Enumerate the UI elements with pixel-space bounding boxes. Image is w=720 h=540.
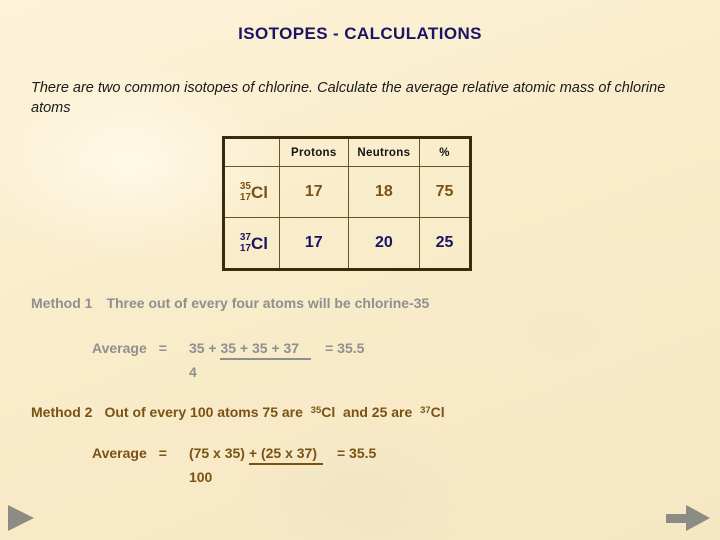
slide-canvas: ISOTOPES - CALCULATIONS There are two co… [0, 0, 720, 540]
method2-denominator: 100 [188, 469, 213, 485]
arrow-head [686, 505, 710, 531]
mass-number: 37 [239, 232, 251, 243]
nuclide-cell-cl37: 37 17 Cl [223, 217, 280, 270]
nuclide-cell-cl35: 35 17 Cl [223, 166, 280, 218]
method2-superscript-37: 37 [420, 405, 431, 416]
method1-denominator: 4 [188, 364, 197, 380]
method1-fraction: 35 + 35 + 35 + 37 4 [188, 340, 312, 380]
method2-symbol-cl-second: Cl [430, 404, 445, 420]
table-header-row: Protons Neutrons % [223, 137, 471, 167]
method1-numerator-lead: 35 + [188, 340, 217, 356]
percent-value-cl37: 25 [419, 217, 471, 270]
method1-equation: Average = 35 + 35 + 35 + 37 4 = 35.5 [92, 340, 364, 380]
method2-statement-part2: and 25 are [343, 404, 413, 420]
method1-average-label: Average [92, 340, 147, 356]
method1-numerator: 35 + 35 + 35 + 37 [188, 340, 312, 360]
atomic-number: 17 [239, 243, 251, 254]
method2-numerator-rest: + (25 x 37) [248, 445, 323, 465]
method1-label: Method 1 [31, 295, 93, 311]
isotope-data-table: Protons Neutrons % 35 17 Cl 17 18 75 37 … [222, 136, 472, 271]
nuclide-notation: 35 17 Cl [236, 181, 268, 203]
nuclide-notation: 37 17 Cl [236, 232, 268, 254]
method1-equals-sign: = [158, 340, 167, 356]
nuclide-numbers: 37 17 [236, 232, 251, 254]
triangle-right-icon[interactable] [8, 505, 34, 531]
method1-heading: Method 1 Three out of every four atoms wi… [31, 295, 429, 311]
atomic-number: 17 [239, 192, 251, 203]
neutrons-value-cl37: 20 [347, 217, 421, 270]
element-symbol: Cl [250, 233, 268, 253]
method2-statement-part1: Out of every 100 atoms 75 are [104, 404, 303, 420]
method2-label: Method 2 [31, 404, 93, 420]
header-corner-cell [223, 137, 280, 167]
header-percent: % [419, 137, 471, 167]
arrow-right-icon[interactable] [666, 505, 710, 531]
method2-equals-sign: = [158, 445, 167, 461]
method2-numerator-lead: (75 x 35) [188, 445, 245, 461]
method2-superscript-35: 35 [310, 405, 322, 416]
nuclide-numbers: 35 17 [236, 181, 251, 203]
mass-number: 35 [239, 181, 251, 192]
header-neutrons: Neutrons [347, 137, 421, 167]
method2-heading: Method 2 Out of every 100 atoms 75 are 35… [31, 404, 445, 420]
method2-symbol-cl-first: Cl [321, 404, 336, 420]
table-row: 37 17 Cl 17 20 25 [223, 217, 471, 270]
neutrons-value-cl35: 18 [347, 166, 421, 218]
method2-fraction: (75 x 35) + (25 x 37) 100 [189, 445, 323, 485]
method2-numerator: (75 x 35) + (25 x 37) [189, 445, 323, 465]
protons-value-cl35: 17 [278, 166, 349, 218]
method2-result: = 35.5 [336, 445, 377, 461]
method1-statement: Three out of every four atoms will be ch… [106, 295, 430, 311]
protons-value-cl37: 17 [278, 217, 349, 270]
header-protons: Protons [278, 137, 349, 167]
table-row: 35 17 Cl 17 18 75 [223, 166, 471, 218]
element-symbol: Cl [250, 182, 268, 202]
arrow-shaft [666, 514, 688, 523]
method2-equation: Average = (75 x 35) + (25 x 37) 100 = 35.5 [92, 445, 376, 485]
method1-numerator-rest: 35 + 35 + 37 [220, 340, 312, 360]
percent-value-cl35: 75 [419, 166, 471, 218]
method1-result: = 35.5 [325, 340, 365, 356]
intro-paragraph: There are two common isotopes of chlorin… [31, 80, 666, 116]
method2-average-label: Average [92, 445, 147, 461]
page-title: ISOTOPES - CALCULATIONS [238, 24, 482, 43]
